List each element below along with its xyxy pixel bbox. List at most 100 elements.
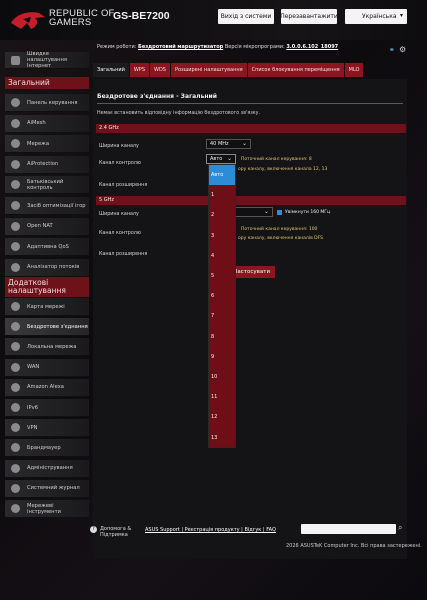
model-name: GS-BE7200 (113, 10, 170, 22)
channel-option[interactable]: 5 (209, 266, 235, 286)
sidebar-section-advanced: Додаткові налаштування (5, 277, 89, 297)
sidebar-item-wireless[interactable]: Бездротове з'єднання (5, 318, 89, 337)
chevron-down-icon: ⌄ (263, 208, 269, 215)
sidebar-item-tools[interactable]: Мережеві інструменти (5, 500, 89, 518)
reboot-button[interactable]: Перезавантажити (280, 9, 338, 24)
qos-icon (11, 242, 20, 252)
channel-option[interactable]: 10 (209, 367, 235, 387)
channel-option[interactable]: 7 (209, 306, 235, 326)
channel-option[interactable]: 3 (209, 226, 235, 246)
channel-option[interactable]: 13 (209, 428, 235, 448)
channel-option[interactable]: Авто (209, 165, 235, 185)
channel-option[interactable]: 2 (209, 205, 235, 225)
firmware-version-link[interactable]: 3.0.0.6.102_18097 (286, 44, 338, 50)
firewall-icon (11, 443, 20, 453)
enable-160mhz-checkbox[interactable]: Увімкнути 160 МГц (277, 210, 330, 215)
chevron-down-icon: ⌄ (226, 155, 232, 162)
channel-option[interactable]: 6 (209, 286, 235, 306)
tab-advanced[interactable]: Розширені налаштування (170, 63, 247, 77)
wireless-icon (11, 322, 20, 332)
sidebar-item-alexa[interactable]: Amazon Alexa (5, 378, 89, 397)
sidebar-item-label: IPv6 (27, 404, 39, 411)
auto-channel-note-5g: ору каналу, включення каналів DFS (238, 236, 323, 241)
channel-option[interactable]: 11 (209, 387, 235, 407)
band-header-5g: 5 GHz (96, 196, 406, 205)
sidebar-item-label: Мережа (27, 140, 50, 147)
sidebar-item-label: Батьківський контроль (27, 178, 64, 191)
control-channel-select-2g[interactable]: Авто ⌄ (206, 154, 236, 164)
sidebar-item-label: Системний журнал (27, 485, 80, 492)
channel-option[interactable]: 12 (209, 407, 235, 427)
ipv6-icon (11, 403, 20, 412)
sidebar-item-label: Засіб оптимізації ігор (27, 202, 86, 209)
sidebar-item-network-map[interactable]: Карта мережі (5, 298, 89, 316)
chevron-down-icon: ▾ (399, 12, 403, 19)
tab-roaming-block-list[interactable]: Список блокування переміщення (247, 63, 344, 77)
tab-general[interactable]: Загальний (93, 63, 129, 77)
sidebar-item-network[interactable]: Мережа (5, 135, 89, 154)
network-map-icon (11, 302, 20, 311)
sidebar-item-dashboard[interactable]: Панель керування (5, 94, 89, 112)
current-channel-note-5g: Поточний канал керування: 100 (241, 227, 318, 232)
auto-channel-note-2g: ору каналу, включення канала 12, 13 (238, 167, 328, 172)
wireless-general-panel: Бездротове з'єднання - Загальний Немає в… (93, 79, 407, 559)
control-channel-dropdown: Авто 1 2 3 4 5 6 7 8 9 10 11 12 13 (208, 164, 236, 448)
channel-option[interactable]: 4 (209, 246, 235, 266)
network-icon (11, 139, 20, 149)
app-icon[interactable]: ⚭ (389, 46, 395, 54)
sidebar-item-wan[interactable]: WAN (5, 358, 89, 377)
sidebar-item-label: Бездротове з'єднання (27, 323, 88, 330)
sidebar-item-firewall[interactable]: Брандмауер (5, 439, 89, 458)
traffic-analyzer-icon (11, 262, 20, 272)
sidebar-item-label: AiMesh (27, 120, 46, 127)
help-icon: ? (90, 526, 97, 533)
sidebar-item-ipv6[interactable]: IPv6 (5, 399, 89, 417)
sidebar-item-label: Локальна мережа (27, 343, 77, 350)
admin-icon (11, 463, 20, 473)
wan-icon (11, 362, 20, 372)
sidebar-item-vpn[interactable]: VPN (5, 419, 89, 438)
logout-button[interactable]: Вихід з системи (218, 9, 274, 24)
current-channel-note-2g: Поточний канал керування: 8 (241, 157, 312, 162)
channel-option[interactable]: 1 (209, 185, 235, 205)
sidebar-item-label: Мережеві інструменти (27, 502, 61, 515)
sidebar-item-aimesh[interactable]: AiMesh (5, 114, 89, 133)
checkbox-icon (277, 210, 282, 215)
search-icon[interactable]: ⌕ (398, 523, 402, 533)
sidebar-item-label: Open NAT (27, 223, 53, 230)
chevron-down-icon: ⌄ (241, 140, 247, 147)
sidebar-item-game-boost[interactable]: Засіб оптимізації ігор (5, 197, 89, 215)
sidebar-item-traffic-analyzer[interactable]: Аналізатор потоків (5, 258, 89, 277)
sidebar-item-open-nat[interactable]: Open NAT (5, 217, 89, 236)
channel-option[interactable]: 8 (209, 327, 235, 347)
copyright: 2026 ASUSTeK Computer Inc. Всі права зас… (286, 543, 422, 549)
bandwidth-select-5g[interactable]: ⌄ (233, 207, 273, 217)
bandwidth-select-2g[interactable]: 40 MHz ⌄ (206, 139, 251, 149)
tab-mlo[interactable]: MLO (344, 63, 364, 77)
sidebar-item-label: VPN (27, 424, 38, 431)
language-select[interactable]: Українська ▾ (345, 9, 407, 24)
sidebar-item-admin[interactable]: Адміністрування (5, 459, 89, 478)
rog-logo-icon (11, 12, 45, 29)
sidebar-item-lan[interactable]: Локальна мережа (5, 338, 89, 357)
sidebar-item-label: Швидке налаштування Інтернет (27, 51, 68, 69)
sidebar-item-log[interactable]: Системний журнал (5, 479, 89, 498)
sidebar: Швидке налаштування Інтернет Загальний П… (0, 48, 89, 518)
operation-mode-link[interactable]: Бездротовий маршрутизатор (138, 44, 223, 50)
enable-160mhz-label: Увімкнути 160 МГц (285, 210, 331, 215)
channel-option[interactable]: 9 (209, 347, 235, 367)
brand-text: REPUBLIC OF GAMERS (49, 8, 115, 28)
footer-search-input[interactable] (301, 524, 396, 534)
status-bar: Режим роботи: Бездротовий маршрутизатор … (97, 44, 339, 50)
help-support-link[interactable]: ? Допомога & Підтримка (90, 526, 131, 538)
tab-wps[interactable]: WPS (129, 63, 150, 77)
sidebar-item-quick-setup[interactable]: Швидке налаштування Інтернет (5, 51, 89, 69)
footer-links[interactable]: ASUS Support | Реєстрація продукту | Від… (145, 527, 276, 533)
sidebar-item-parental-control[interactable]: Батьківський контроль (5, 176, 89, 195)
language-value: Українська (362, 13, 397, 20)
tab-wds[interactable]: WDS (150, 63, 170, 77)
settings-icon[interactable]: ⚙ (399, 45, 406, 54)
sidebar-item-shield[interactable]: AiProtection (5, 155, 89, 174)
shield-icon (11, 159, 20, 169)
sidebar-item-qos[interactable]: Адаптивна QoS (5, 238, 89, 257)
